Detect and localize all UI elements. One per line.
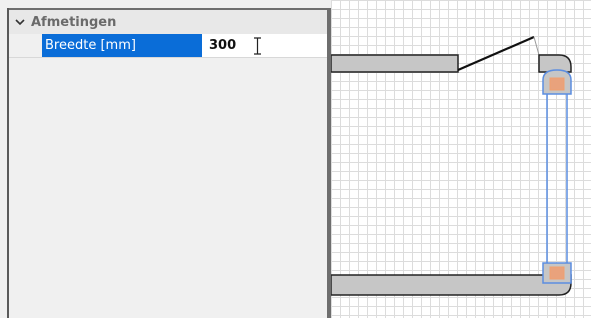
bottom-wall <box>331 274 572 296</box>
text-cursor-icon <box>254 37 261 55</box>
door-arc-edge <box>533 36 540 56</box>
drawing-canvas[interactable] <box>331 0 591 318</box>
top-resize-grip <box>549 77 565 91</box>
property-row-gutter <box>9 34 42 57</box>
property-value-text[interactable]: 300 <box>209 38 236 53</box>
bottom-resize-grip <box>549 266 565 280</box>
selected-wall-outline <box>546 91 568 266</box>
top-wall <box>331 54 459 73</box>
chevron-down-icon[interactable] <box>9 15 31 29</box>
property-value-input[interactable]: 300 <box>202 34 327 57</box>
property-name[interactable]: Breedte [mm] <box>42 34 202 57</box>
category-afmetingen[interactable]: Afmetingen <box>9 10 327 34</box>
door-leaf <box>457 35 535 72</box>
property-row-breedte[interactable]: Breedte [mm] 300 <box>9 34 327 58</box>
property-panel: Afmetingen Breedte [mm] 300 <box>0 0 332 318</box>
category-label: Afmetingen <box>31 14 117 30</box>
